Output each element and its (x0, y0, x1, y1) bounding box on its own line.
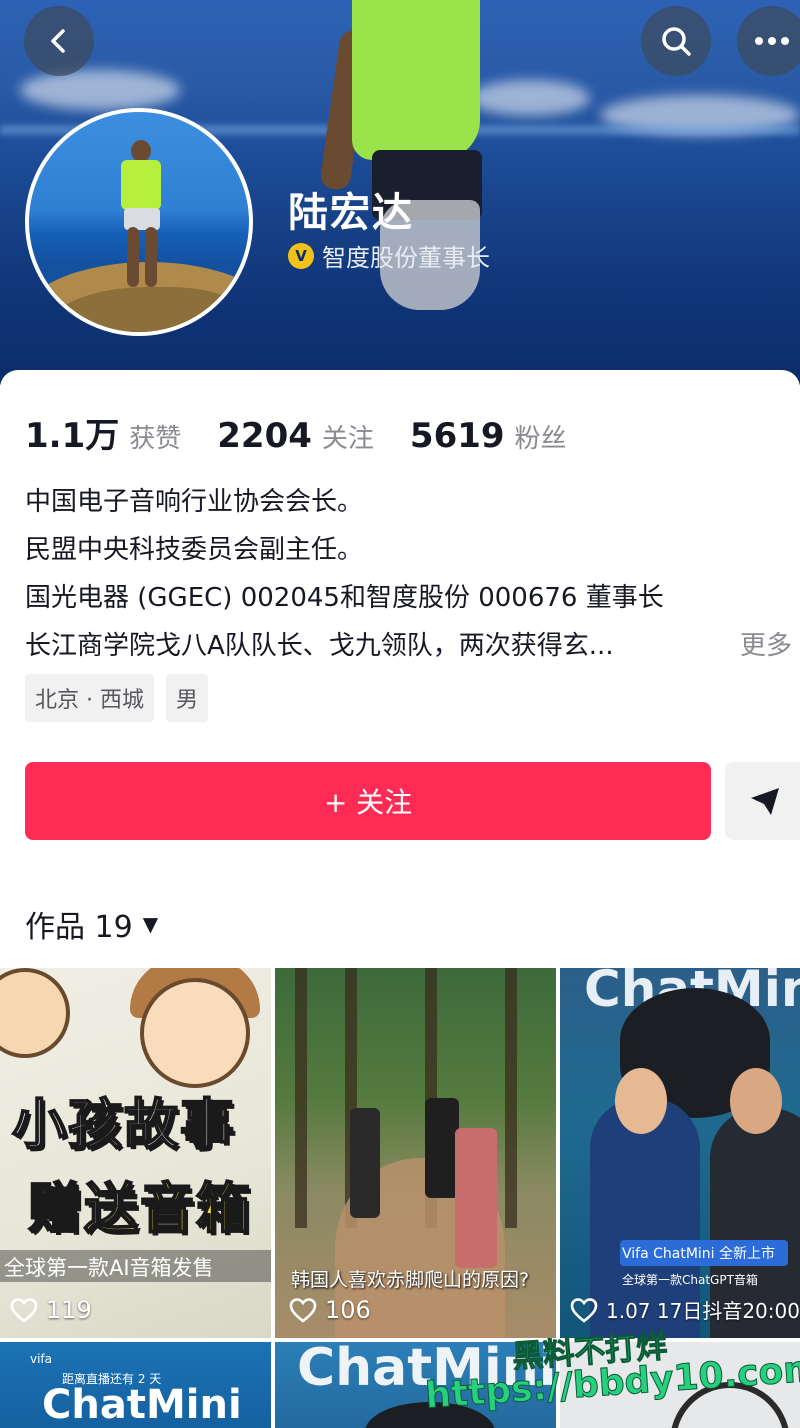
verified-title: 智度股份董事长 (322, 244, 490, 272)
follow-button-label: + 关注 (323, 786, 413, 819)
hiker (350, 1108, 380, 1218)
chevron-left-icon (51, 29, 65, 53)
bio-line: 国光电器 (GGEC) 002045和智度股份 000676 董事长 (25, 583, 664, 613)
person-face (615, 1068, 667, 1134)
post-logo: ChatMini (42, 1382, 242, 1428)
heart-icon (289, 1298, 317, 1323)
heart-icon (570, 1297, 598, 1323)
bio-line-last: 长江商学院戈八A队队长、戈九领队，两次获得玄... 更多 (25, 622, 800, 670)
post-thumbnail[interactable]: ChatMini Vifa ChatMini 全新上市 全球第一款ChatGPT… (560, 968, 800, 1338)
hiker (455, 1128, 497, 1268)
back-button[interactable] (24, 6, 94, 76)
more-dots-icon (755, 37, 789, 45)
search-icon (662, 27, 691, 56)
stat-label: 获赞 (129, 424, 182, 454)
avatar[interactable] (25, 108, 253, 336)
banner-cloud (20, 70, 180, 110)
post-likes: 119 (10, 1296, 92, 1324)
send-icon (751, 788, 779, 815)
banner-figure-shirt (352, 0, 480, 160)
stat-label: 粉丝 (514, 424, 567, 454)
search-button[interactable] (641, 6, 711, 76)
likes-count: 1.07 17日抖音20:00 (606, 1299, 800, 1323)
post-caption: 韩国人喜欢赤脚爬山的原因? (291, 1269, 530, 1291)
heart-icon (10, 1298, 38, 1323)
avatar-person-shirt (121, 160, 161, 210)
profile-tags: 北京 · 西城 男 (25, 674, 208, 722)
post-thumbnail[interactable]: 小孩故事 赠送音箱 全球第一款AI音箱发售 119 (0, 968, 271, 1338)
post-caption: 全球第一款AI音箱发售 (4, 1256, 214, 1280)
stat-value: 2204 (217, 416, 312, 456)
post-caption: Vifa ChatMini 全新上市 (622, 1246, 776, 1262)
post-caption: 全球第一款ChatGPT音箱 (622, 1273, 758, 1287)
post-thumbnail[interactable]: 韩国人喜欢赤脚爬山的原因? 106 (275, 968, 556, 1338)
verification[interactable]: V 智度股份董事长 (288, 238, 490, 273)
verified-badge-icon: V (288, 242, 314, 269)
cartoon-child (0, 968, 70, 1058)
hiker (425, 1098, 459, 1198)
post-title: 赠送音箱 (27, 1176, 252, 1241)
profile-name: 陆宏达 (288, 190, 414, 236)
avatar-person-head (131, 140, 151, 162)
bio-line: 民盟中央科技委员会副主任。 (25, 535, 364, 565)
profile-bio: 中国电子音响行业协会会长。 民盟中央科技委员会副主任。 国光电器 (GGEC) … (25, 478, 800, 670)
post-likes: 1.07 17日抖音20:00 (570, 1295, 800, 1324)
share-button[interactable] (725, 762, 800, 840)
avatar-person-leg (127, 227, 139, 287)
post-thumbnail[interactable]: vifa 距离直播还有 2 天 ChatMini (0, 1342, 271, 1428)
tree-trunk (505, 968, 517, 1228)
caret-down-icon: ▼ (142, 912, 159, 936)
stat-label: 关注 (321, 424, 374, 454)
bio-more-link[interactable]: 更多 (740, 622, 792, 670)
cartoon-child (140, 978, 250, 1088)
stat-followers[interactable]: 5619 粉丝 (410, 416, 567, 456)
stat-following[interactable]: 2204 关注 (217, 416, 374, 456)
profile-stats: 1.1万 获赞 2204 关注 5619 粉丝 (25, 408, 603, 457)
works-tab[interactable]: 作品 19 ▼ (25, 902, 158, 946)
tree-trunk (295, 968, 307, 1228)
stat-value: 5619 (409, 416, 505, 456)
avatar-person-leg (145, 227, 157, 287)
post-likes: 106 (289, 1296, 371, 1324)
bio-line: 长江商学院戈八A队队长、戈九领队，两次获得玄... (25, 631, 614, 661)
bio-line: 中国电子音响行业协会会长。 (25, 487, 364, 517)
stat-likes[interactable]: 1.1万 获赞 (25, 408, 181, 457)
more-button[interactable] (737, 6, 800, 76)
works-label: 作品 19 (25, 910, 133, 945)
post-brand: vifa (30, 1352, 53, 1366)
gender-tag: 男 (165, 674, 208, 722)
likes-count: 119 (46, 1296, 92, 1324)
person-face (730, 1068, 782, 1134)
banner-cloud (470, 80, 590, 116)
stat-value: 1.1万 (25, 416, 120, 456)
post-title: 小孩故事 (11, 1092, 236, 1157)
follow-button[interactable]: + 关注 (25, 762, 711, 840)
location-tag: 北京 · 西城 (25, 674, 154, 722)
likes-count: 106 (325, 1296, 371, 1324)
